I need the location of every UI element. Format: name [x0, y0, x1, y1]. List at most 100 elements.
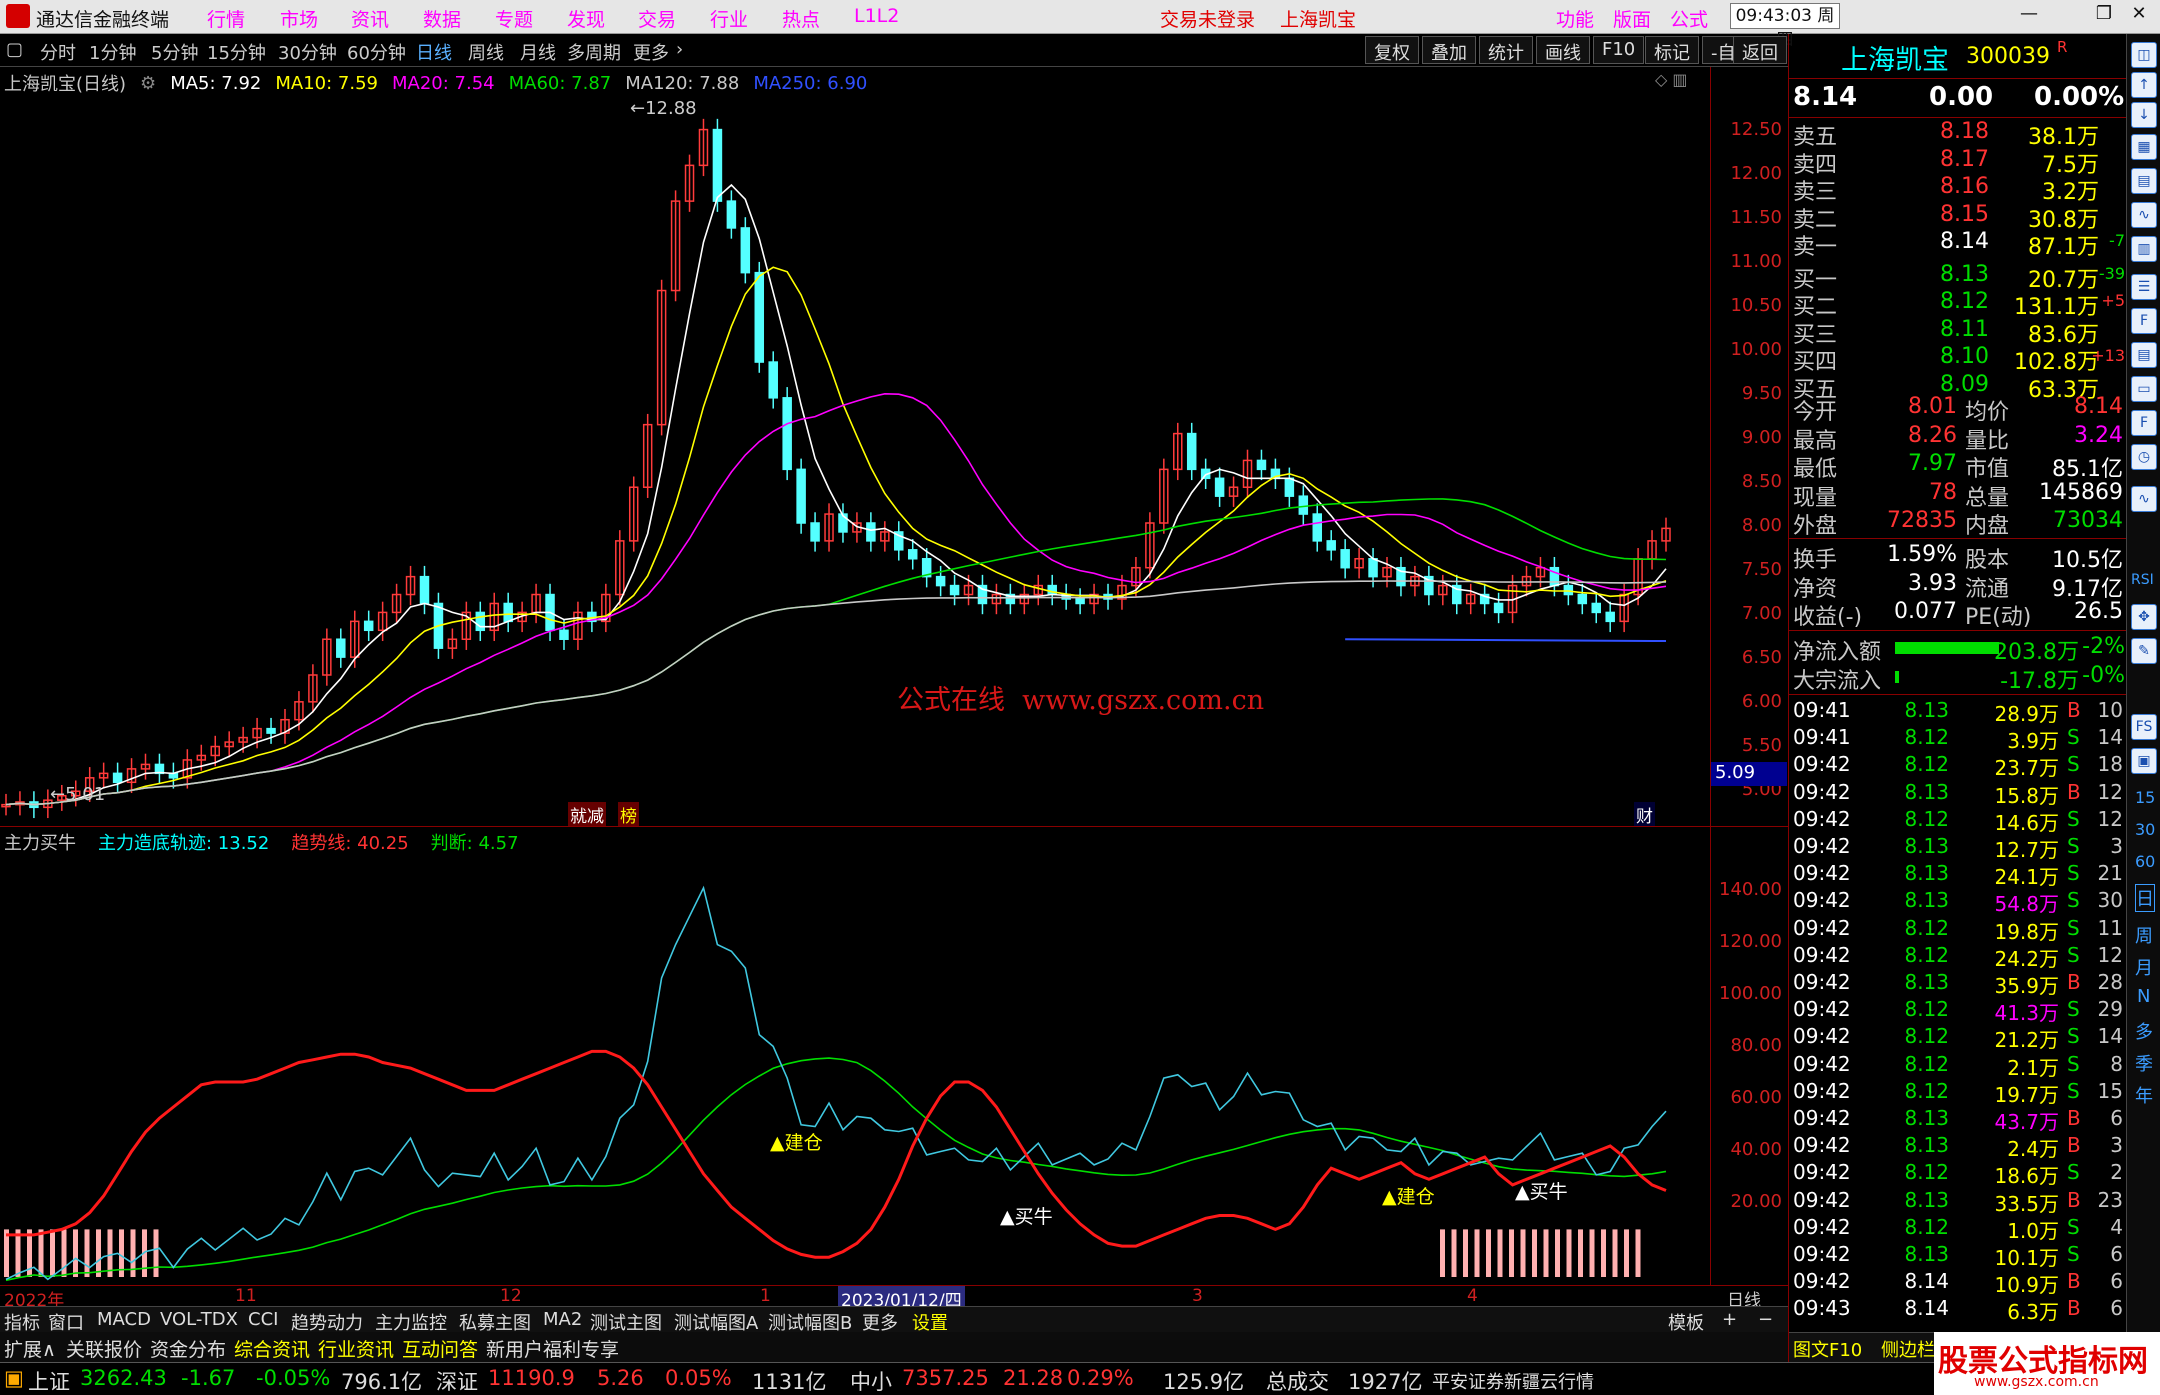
rsi-label[interactable]: RSI: [2131, 572, 2154, 588]
pulse-icon[interactable]: ∿: [2131, 486, 2157, 512]
fs-icon[interactable]: F: [2131, 410, 2157, 436]
back-button[interactable]: 返回: [1733, 36, 1787, 64]
sheet-icon[interactable]: ▤: [2131, 342, 2157, 368]
clock-icon[interactable]: ◷: [2131, 444, 2157, 470]
maximize-icon[interactable]: ❐: [2090, 3, 2118, 29]
link[interactable]: 关联报价: [66, 1335, 142, 1362]
candle-body: [949, 584, 960, 596]
panel-toggle-icon[interactable]: ▢: [6, 39, 23, 60]
period-tab[interactable]: 更多: [633, 39, 669, 65]
link[interactable]: 扩展∧: [4, 1335, 56, 1362]
menu-item[interactable]: 交易: [638, 5, 676, 32]
menu-item[interactable]: 行情: [207, 5, 245, 32]
line-chart-icon[interactable]: ∿: [2131, 202, 2157, 228]
candle-body: [810, 522, 820, 542]
close-icon[interactable]: ✕: [2125, 3, 2153, 29]
candle-body: [1047, 584, 1057, 596]
period-n[interactable]: N: [2137, 986, 2150, 1007]
period-30[interactable]: 30: [2135, 820, 2155, 839]
event-marker[interactable]: 榜: [618, 802, 639, 827]
period-month[interactable]: 月: [2135, 954, 2153, 980]
period-multi[interactable]: 多: [2135, 1018, 2153, 1044]
menu-item[interactable]: 市场: [280, 5, 318, 32]
event-marker[interactable]: 财: [1634, 802, 1655, 827]
link[interactable]: 综合资讯: [234, 1335, 310, 1362]
link[interactable]: 资金分布: [150, 1335, 226, 1362]
menu-item[interactable]: 版面: [1613, 5, 1651, 32]
chevron-right-icon[interactable]: ›: [676, 39, 683, 60]
up-arrow-icon[interactable]: ↑: [2131, 72, 2157, 98]
menu-item[interactable]: 公式: [1670, 5, 1708, 32]
indicator-tab[interactable]: VOL-TDX: [160, 1309, 238, 1330]
tick-time: 09:42: [1793, 942, 1851, 967]
tick-time: 09:42: [1793, 1106, 1851, 1130]
axis-tick: 100.00: [1719, 983, 1782, 1004]
period-year[interactable]: 年: [2135, 1082, 2153, 1108]
period-tab[interactable]: 1分钟: [89, 39, 136, 65]
event-marker[interactable]: 就减: [568, 802, 606, 827]
screen-icon[interactable]: ▣: [2131, 748, 2157, 774]
chart-option-icon[interactable]: ◇ ▥: [1655, 70, 1688, 89]
tick-price: 8.12: [1904, 1051, 1949, 1076]
menu-item[interactable]: 发现: [567, 5, 605, 32]
period-tab[interactable]: 月线: [520, 39, 556, 65]
down-arrow-icon[interactable]: ↓: [2131, 102, 2157, 128]
period-week[interactable]: 周: [2135, 922, 2153, 948]
trade-status[interactable]: 交易未登录: [1160, 5, 1255, 32]
menu-item[interactable]: 资讯: [351, 5, 389, 32]
tool-button[interactable]: 复权: [1365, 36, 1419, 64]
indicator-tab[interactable]: MA2: [543, 1309, 582, 1330]
period-15[interactable]: 15: [2135, 788, 2155, 807]
period-tab[interactable]: 分时: [40, 39, 76, 65]
period-day[interactable]: 日: [2135, 884, 2155, 912]
period-60[interactable]: 60: [2135, 852, 2155, 871]
indicator-axis: 140.00 120.00 100.00 80.00 60.00 40.00 2…: [1710, 827, 1788, 1285]
tool-button[interactable]: F10: [1593, 36, 1645, 64]
period-tab[interactable]: 周线: [468, 39, 504, 65]
status-icon[interactable]: ▣: [4, 1366, 24, 1390]
pen-icon[interactable]: ✎: [2131, 638, 2157, 664]
tool-button[interactable]: 叠加: [1422, 36, 1476, 64]
link[interactable]: 新用户福利专享: [486, 1335, 619, 1362]
table-icon[interactable]: ▤: [2131, 168, 2157, 194]
add-button[interactable]: +: [1722, 1309, 1737, 1330]
period-tab[interactable]: 30分钟: [278, 39, 337, 65]
stat-label: 净资: [1793, 576, 1838, 602]
fs-label-icon[interactable]: FS: [2131, 714, 2157, 740]
menu-item[interactable]: 专题: [495, 5, 533, 32]
period-tab-active[interactable]: 日线: [416, 39, 452, 65]
period-tab[interactable]: 15分钟: [207, 39, 266, 65]
doc-icon[interactable]: ▭: [2131, 376, 2157, 402]
tool-button[interactable]: 统计: [1479, 36, 1533, 64]
menu-item[interactable]: 热点: [782, 5, 820, 32]
candlestick-chart[interactable]: [0, 67, 1710, 827]
link[interactable]: 互动问答: [402, 1335, 478, 1362]
tool-button[interactable]: 画线: [1536, 36, 1590, 64]
period-tab[interactable]: 60分钟: [347, 39, 406, 65]
toolbar-icon[interactable]: ◫: [2131, 42, 2157, 68]
period-quarter[interactable]: 季: [2135, 1050, 2153, 1076]
indicator-tab[interactable]: MACD: [97, 1309, 151, 1330]
tick-price: 8.13: [1904, 698, 1949, 722]
candle-body: [866, 522, 876, 542]
indicator-name[interactable]: 主力买牛: [4, 829, 76, 855]
panel-tab[interactable]: 图文F10: [1793, 1336, 1862, 1362]
tick-row: 09:42 8.14 10.9万 B 6: [1789, 1269, 2127, 1297]
f10-icon[interactable]: F: [2131, 308, 2157, 334]
move-icon[interactable]: ✥: [2131, 604, 2157, 630]
list-icon[interactable]: ☰: [2131, 274, 2157, 300]
minimize-icon[interactable]: —: [2015, 3, 2043, 29]
menu-item[interactable]: 行业: [710, 5, 748, 32]
period-tab[interactable]: 多周期: [567, 39, 621, 65]
menu-item[interactable]: L1L2: [854, 5, 899, 27]
menu-item[interactable]: 数据: [423, 5, 461, 32]
grid-icon[interactable]: ▦: [2131, 134, 2157, 160]
candle-icon[interactable]: ▥: [2131, 236, 2157, 262]
remove-button[interactable]: −: [1758, 1309, 1773, 1330]
indicator-chart[interactable]: [0, 855, 1710, 1285]
link[interactable]: 行业资讯: [318, 1335, 394, 1362]
tool-button[interactable]: 标记: [1645, 36, 1699, 64]
menu-item[interactable]: 功能: [1556, 5, 1594, 32]
indicator-tab[interactable]: CCI: [248, 1309, 278, 1330]
period-tab[interactable]: 5分钟: [151, 39, 198, 65]
